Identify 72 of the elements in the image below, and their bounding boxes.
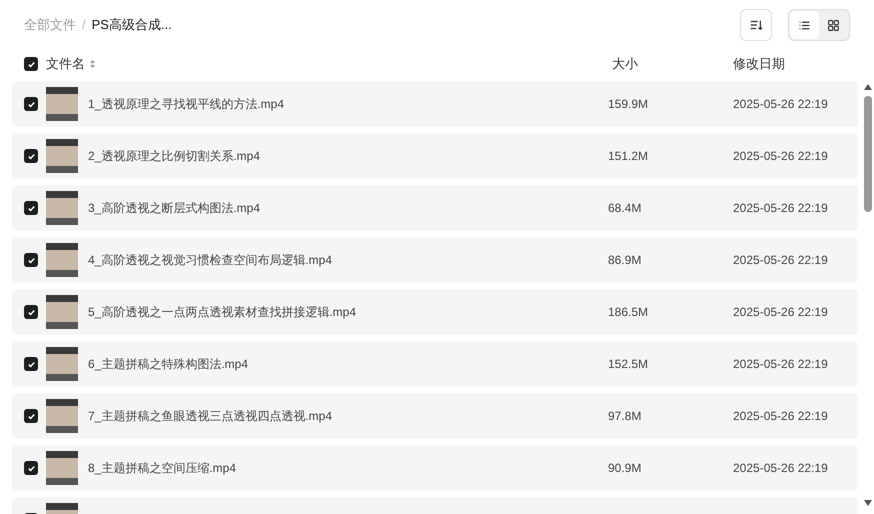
breadcrumb-separator: / xyxy=(82,16,86,34)
file-row[interactable]: 6_主题拼稿之特殊构图法.mp4 152.5M 2025-05-26 22:19 xyxy=(12,341,858,387)
file-size: 90.9M xyxy=(608,461,642,475)
column-header[interactable]: 文件名 xyxy=(46,54,85,74)
checkbox[interactable] xyxy=(24,97,38,111)
modified-date: 2025-05-26 22:19 xyxy=(733,409,828,423)
checkbox[interactable] xyxy=(24,357,38,371)
file-row[interactable]: 7_主题拼稿之鱼眼透视三点透视四点透视.mp4 97.8M 2025-05-26 22:19 xyxy=(12,393,858,439)
file-name: 8_主题拼稿之空间压缩.mp4 xyxy=(88,460,236,477)
modified-date: 2025-05-26 22:19 xyxy=(733,253,828,267)
file-size: 186.5M xyxy=(608,305,648,319)
file-size: 86.9M xyxy=(608,253,642,267)
video-thumbnail xyxy=(46,399,78,433)
checkmark-icon xyxy=(26,256,36,264)
modified-date: 2025-05-26 22:19 xyxy=(733,97,828,111)
column-header: 修改日期 xyxy=(733,56,785,72)
file-name: 1_透视原理之寻找视平线的方法.mp4 xyxy=(88,96,284,113)
file-name: 7_主题拼稿之鱼眼透视三点透视四点透视.mp4 xyxy=(88,408,332,425)
checkmark-icon xyxy=(26,100,36,108)
checkmark-icon xyxy=(26,308,36,316)
video-thumbnail xyxy=(46,87,78,121)
grid-icon xyxy=(827,18,840,32)
breadcrumb-item[interactable]: PS高级合成... xyxy=(92,15,172,35)
video-thumbnail xyxy=(46,451,78,485)
modified-date: 2025-05-26 22:19 xyxy=(733,305,828,319)
sort-arrows-icon[interactable] xyxy=(89,59,96,69)
checkmark-icon xyxy=(26,60,36,68)
file-name: 6_主题拼稿之特殊构图法.mp4 xyxy=(88,356,248,373)
list-icon xyxy=(798,18,811,32)
checkbox[interactable] xyxy=(24,461,38,475)
file-row[interactable]: 2_透视原理之比例切割关系.mp4 151.2M 2025-05-26 22:19 xyxy=(12,133,858,179)
sort-button[interactable] xyxy=(740,9,772,41)
checkmark-icon xyxy=(26,152,36,160)
scrollbar-thumb[interactable] xyxy=(864,96,872,212)
file-row[interactable]: 5_高阶透视之一点两点透视素材查找拼接逻辑.mp4 186.5M 2025-05-26 22:19 xyxy=(12,289,858,335)
checkbox[interactable] xyxy=(24,149,38,163)
sort-icon xyxy=(749,18,763,32)
checkmark-icon xyxy=(26,464,36,472)
file-size: 68.4M xyxy=(608,201,642,215)
list-view-button[interactable] xyxy=(790,11,819,39)
file-row[interactable]: 4_高阶透视之视觉习惯检查空间布局逻辑.mp4 86.9M 2025-05-26 22:19 xyxy=(12,237,858,283)
file-size: 159.9M xyxy=(608,97,648,111)
checkbox[interactable] xyxy=(24,409,38,423)
file-name: 4_高阶透视之视觉习惯检查空间布局逻辑.mp4 xyxy=(88,252,332,269)
checkbox[interactable] xyxy=(24,305,38,319)
file-name: 5_高阶透视之一点两点透视素材查找拼接逻辑.mp4 xyxy=(88,304,356,321)
video-thumbnail xyxy=(46,347,78,381)
file-name: 2_透视原理之比例切割关系.mp4 xyxy=(88,148,260,165)
file-size: 97.8M xyxy=(608,409,642,423)
file-name: 3_高阶透视之断层式构图法.mp4 xyxy=(88,200,260,217)
scroll-down-icon[interactable] xyxy=(864,500,872,506)
scroll-up-icon[interactable] xyxy=(864,84,872,90)
modified-date: 2025-05-26 22:19 xyxy=(733,357,828,371)
checkmark-icon xyxy=(26,360,36,368)
video-thumbnail xyxy=(46,139,78,173)
modified-date: 2025-05-26 22:19 xyxy=(733,201,828,215)
file-row[interactable]: 8_主题拼稿之空间压缩.mp4 90.9M 2025-05-26 22:19 xyxy=(12,445,858,491)
video-thumbnail xyxy=(46,243,78,277)
file-size: 151.2M xyxy=(608,149,648,163)
file-size: 152.5M xyxy=(608,357,648,371)
modified-date: 2025-05-26 22:19 xyxy=(733,461,828,475)
video-thumbnail xyxy=(46,191,78,225)
checkmark-icon xyxy=(26,412,36,420)
video-thumbnail xyxy=(46,295,78,329)
column-header: 大小 xyxy=(612,56,638,72)
checkbox[interactable] xyxy=(24,253,38,267)
file-row[interactable]: 3_高阶透视之断层式构图法.mp4 68.4M 2025-05-26 22:19 xyxy=(12,185,858,231)
checkmark-icon xyxy=(26,204,36,212)
checkbox[interactable] xyxy=(24,57,38,71)
checkbox[interactable] xyxy=(24,201,38,215)
modified-date: 2025-05-26 22:19 xyxy=(733,149,828,163)
file-row[interactable]: 1_透视原理之寻找视平线的方法.mp4 159.9M 2025-05-26 22:19 xyxy=(12,81,858,127)
